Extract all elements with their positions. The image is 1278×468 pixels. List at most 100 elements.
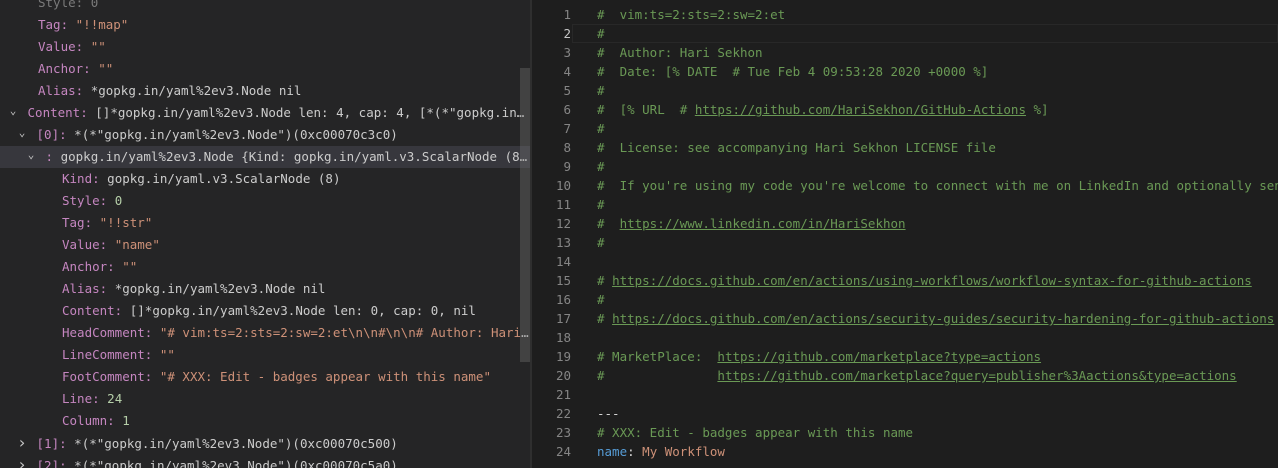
code-line[interactable]: 13 # <box>532 233 1278 252</box>
variable-value: "name" <box>114 237 160 252</box>
code-line[interactable]: 19 # MarketPlace: https://github.com/mark… <box>532 347 1278 366</box>
code-link[interactable]: https://docs.github.com/en/actions/secur… <box>612 311 1274 326</box>
variable-row[interactable]: Style: 0 <box>0 0 530 14</box>
code-line[interactable]: 12 # https://www.linkedin.com/in/HariSekh… <box>532 214 1278 233</box>
code-token: # XXX: Edit - badges appear with this na… <box>597 425 914 440</box>
code-line[interactable]: 17 # https://docs.github.com/en/actions/s… <box>532 309 1278 328</box>
chevron-down-icon[interactable]: ⌄ <box>24 146 38 166</box>
code-line[interactable]: 5 # <box>532 81 1278 100</box>
chevron-right-icon[interactable]: › <box>15 432 29 454</box>
code-link[interactable]: https://github.com/HariSekhon/GitHub-Act… <box>695 102 1026 117</box>
debug-variables-panel: Style: 0 Tag: "!!map" Value: "" Anchor: "" A… <box>0 0 530 468</box>
code-text: # vim:ts=2:sts=2:sw=2:et <box>597 5 785 24</box>
code-line[interactable]: 8 # License: see accompanying Hari Sekhon… <box>532 138 1278 157</box>
line-number: 20 <box>555 368 571 383</box>
code-line[interactable]: 3 # Author: Hari Sekhon <box>532 43 1278 62</box>
code-token: # [% URL # <box>597 102 695 117</box>
variable-value: *(*"gopkg.in/yaml%2ev3.Node")(0xc00070c3… <box>74 127 398 142</box>
vertical-scrollbar[interactable] <box>520 68 530 362</box>
variable-row[interactable]: Line: 24 <box>0 388 530 410</box>
variable-name: Kind: <box>62 171 100 186</box>
line-number: 11 <box>555 197 571 212</box>
chevron-down-icon[interactable]: ⌄ <box>15 124 29 144</box>
variable-row[interactable]: Anchor: "" <box>0 58 530 80</box>
variable-value: 0 <box>114 193 123 208</box>
line-number: 19 <box>555 349 571 364</box>
line-number: 24 <box>555 444 571 459</box>
code-text: # <box>597 157 605 176</box>
code-line[interactable]: 11 # <box>532 195 1278 214</box>
variable-value: gopkg.in/yaml%2ev3.Node {Kind: gopkg.in/… <box>60 149 530 164</box>
line-number: 18 <box>555 330 571 345</box>
code-line[interactable]: 14 <box>532 252 1278 271</box>
code-line[interactable]: 1 # vim:ts=2:sts=2:sw=2:et <box>532 5 1278 24</box>
variable-row[interactable]: Alias: *gopkg.in/yaml%2ev3.Node nil <box>0 278 530 300</box>
variable-row[interactable]: Tag: "!!map" <box>0 14 530 36</box>
variable-name: Column: <box>62 413 115 428</box>
line-number: 7 <box>563 121 571 136</box>
line-number: 2 <box>563 26 571 41</box>
variable-row[interactable]: Value: "" <box>0 36 530 58</box>
variable-row[interactable]: FootComment: "# XXX: Edit - badges appea… <box>0 366 530 388</box>
variable-row[interactable]: Anchor: "" <box>0 256 530 278</box>
line-number: 8 <box>563 140 571 155</box>
line-number: 15 <box>555 273 571 288</box>
line-number: 5 <box>563 83 571 98</box>
variable-value: "# XXX: Edit - badges appear with this n… <box>159 369 491 384</box>
variable-row[interactable]: LineComment: "" <box>0 344 530 366</box>
variable-row[interactable]: › [1]: *(*"gopkg.in/yaml%2ev3.Node")(0xc… <box>0 432 530 454</box>
variable-value: 0 <box>90 0 99 10</box>
variable-row[interactable]: › [2]: *(*"gopkg.in/yaml%2ev3.Node")(0xc… <box>0 454 530 468</box>
code-token: # <box>597 311 613 326</box>
variable-row[interactable]: Content: []*gopkg.in/yaml%2ev3.Node len:… <box>0 300 530 322</box>
code-line[interactable]: 6 # [% URL # https://github.com/HariSekho… <box>532 100 1278 119</box>
variable-row[interactable]: ⌄ : gopkg.in/yaml%2ev3.Node {Kind: gopkg… <box>0 146 530 168</box>
code-line[interactable]: 9 # <box>532 157 1278 176</box>
variable-row[interactable]: Alias: *gopkg.in/yaml%2ev3.Node nil <box>0 80 530 102</box>
code-line[interactable]: 16 # <box>532 290 1278 309</box>
chevron-right-icon[interactable]: › <box>15 454 29 468</box>
code-text: # <box>597 290 605 309</box>
line-number: 21 <box>555 387 571 402</box>
code-link[interactable]: https://github.com/marketplace?type=acti… <box>717 349 1041 364</box>
code-line[interactable]: 23 # XXX: Edit - badges appear with this … <box>532 423 1278 442</box>
code-line[interactable]: 4 # Date: [% DATE # Tue Feb 4 09:53:28 20… <box>532 62 1278 81</box>
variable-row[interactable]: HeadComment: "# vim:ts=2:sts=2:sw=2:et\n… <box>0 322 530 344</box>
variable-row[interactable]: Value: "name" <box>0 234 530 256</box>
variable-row[interactable]: Kind: gopkg.in/yaml.v3.ScalarNode (8) <box>0 168 530 190</box>
code-line[interactable]: 21 <box>532 385 1278 404</box>
variable-row[interactable]: Style: 0 <box>0 190 530 212</box>
code-text: # https://www.linkedin.com/in/HariSekhon <box>597 214 906 233</box>
variable-name: Alias: <box>38 83 84 98</box>
code-line[interactable]: 20 # https://github.com/marketplace?query… <box>532 366 1278 385</box>
code-link[interactable]: https://github.com/marketplace?query=pub… <box>717 368 1236 383</box>
code-text: # XXX: Edit - badges appear with this na… <box>597 423 913 442</box>
variable-row[interactable]: ⌄ [0]: *(*"gopkg.in/yaml%2ev3.Node")(0xc… <box>0 124 530 146</box>
code-token: # <box>597 197 605 212</box>
code-link[interactable]: https://docs.github.com/en/actions/using… <box>612 273 1252 288</box>
code-line[interactable]: 15 # https://docs.github.com/en/actions/u… <box>532 271 1278 290</box>
chevron-down-icon[interactable]: ⌄ <box>6 102 20 122</box>
code-line[interactable]: 18 <box>532 328 1278 347</box>
variable-value: *(*"gopkg.in/yaml%2ev3.Node")(0xc00070c5… <box>74 436 398 451</box>
code-line[interactable]: 2 # <box>532 24 1278 43</box>
variable-name: HeadComment: <box>62 325 153 340</box>
code-token: # <box>597 292 605 307</box>
variable-value: "" <box>98 61 114 76</box>
code-line[interactable]: 22 --- <box>532 404 1278 423</box>
code-line[interactable]: 24 name: My Workflow <box>532 442 1278 461</box>
code-link[interactable]: https://www.linkedin.com/in/HariSekhon <box>620 216 906 231</box>
code-token: # <box>597 216 620 231</box>
code-token: %] <box>1025 102 1049 117</box>
editor-pane[interactable]: 1 # vim:ts=2:sts=2:sw=2:et 2 #3 # Author: Ha… <box>532 0 1278 468</box>
code-line[interactable]: 10 # If you're using my code you're welco… <box>532 176 1278 195</box>
code-line[interactable]: 7 # <box>532 119 1278 138</box>
variable-row[interactable]: ⌄ Content: []*gopkg.in/yaml%2ev3.Node le… <box>0 102 530 124</box>
code-token: # <box>597 121 605 136</box>
variable-name: Value: <box>38 39 84 54</box>
variable-name: Style: <box>38 0 84 10</box>
variable-row[interactable]: Column: 1 <box>0 410 530 432</box>
code-text: # <box>597 233 605 252</box>
code-token: # <box>597 26 605 41</box>
variable-row[interactable]: Tag: "!!str" <box>0 212 530 234</box>
